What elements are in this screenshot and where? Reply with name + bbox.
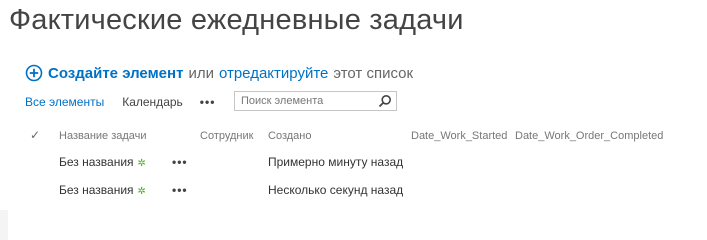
new-item-icon: ✲	[137, 186, 146, 197]
task-title-link[interactable]: Без названия	[59, 155, 134, 169]
search-input[interactable]	[241, 94, 371, 108]
column-header-employee[interactable]: Сотрудник	[200, 130, 253, 142]
column-header-date-work-started[interactable]: Date_Work_Started	[411, 130, 507, 142]
created-cell: Несколько секунд назад	[268, 183, 404, 197]
plus-circle-icon[interactable]	[25, 64, 43, 82]
table-row[interactable]: Без названия ✲ ••• Примерно минуту назад	[0, 153, 707, 175]
column-header-task-name[interactable]: Название задачи	[59, 130, 147, 142]
search-box	[234, 91, 397, 111]
view-selector: Все элементы Календарь •••	[25, 92, 215, 112]
search-icon[interactable]	[378, 94, 392, 108]
view-all-items[interactable]: Все элементы	[25, 95, 104, 109]
table-row[interactable]: Без названия ✲ ••• Несколько секунд назад	[0, 181, 707, 203]
create-item-link[interactable]: Создайте элемент	[48, 65, 183, 82]
column-header-created[interactable]: Создано	[268, 130, 311, 142]
task-title-cell: Без названия ✲	[59, 155, 146, 169]
this-list-text: этот список	[333, 64, 414, 82]
edit-list-link[interactable]: отредактируйте	[219, 65, 328, 82]
view-calendar[interactable]: Календарь	[122, 95, 183, 109]
more-views-button[interactable]: •••	[200, 95, 216, 109]
page-title: Фактические ежедневные задачи	[9, 4, 464, 36]
or-text: или	[188, 64, 214, 82]
new-item-icon: ✲	[137, 158, 146, 169]
command-bar: Создайте элемент или отредактируйте этот…	[25, 63, 413, 83]
created-cell: Примерно минуту назад	[268, 155, 404, 169]
item-menu-button[interactable]: •••	[172, 155, 188, 169]
item-menu-button[interactable]: •••	[172, 183, 188, 197]
select-all-checkmark[interactable]: ✓	[30, 128, 40, 142]
task-title-link[interactable]: Без названия	[59, 183, 134, 197]
left-edge-strip	[0, 210, 8, 240]
column-header-date-work-order-completed[interactable]: Date_Work_Order_Completed	[515, 130, 663, 142]
task-title-cell: Без названия ✲	[59, 183, 146, 197]
